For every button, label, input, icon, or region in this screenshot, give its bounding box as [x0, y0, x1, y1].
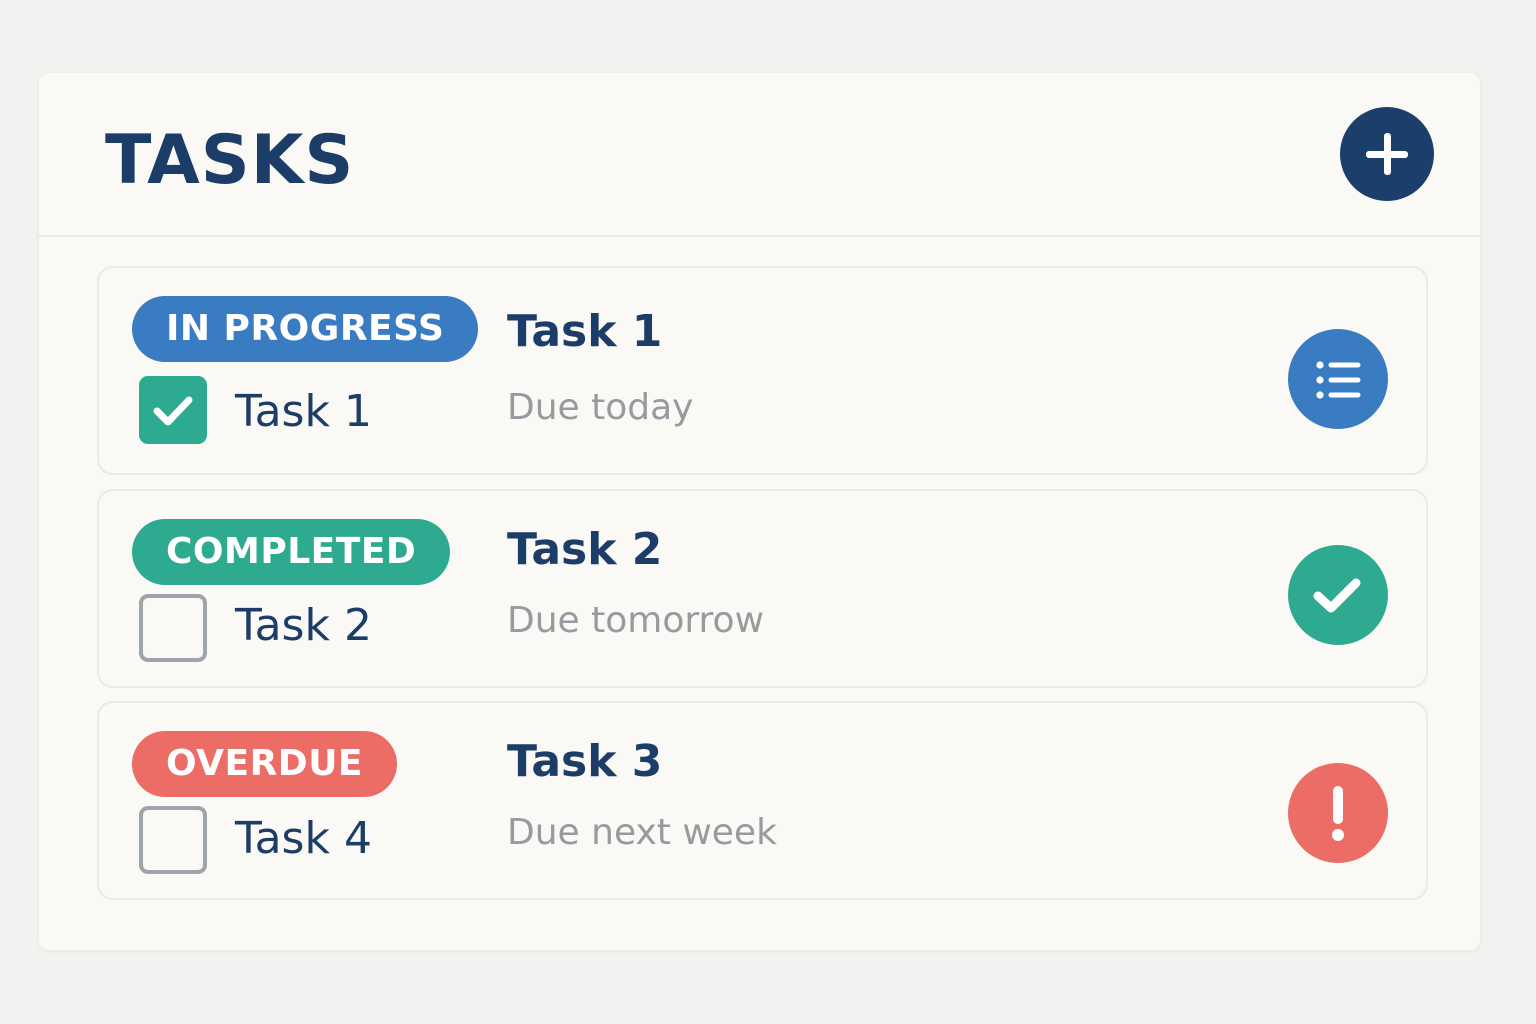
- status-badge-completed: COMPLETED: [132, 519, 451, 585]
- due-date: Due tomorrow: [507, 600, 765, 641]
- task-card: COMPLETED Task 2 Task 2 Due tomorrow: [97, 489, 1428, 688]
- task-title: Task 3: [507, 736, 663, 787]
- task-title: Task 2: [507, 524, 663, 575]
- panel-header: TASKS: [39, 73, 1480, 237]
- overdue-alert-button[interactable]: [1288, 763, 1388, 863]
- due-date: Due today: [507, 387, 694, 428]
- check-circle-icon: [1313, 578, 1361, 613]
- task-checkbox[interactable]: [139, 806, 207, 874]
- list-icon: [1316, 361, 1361, 399]
- page-title: TASKS: [105, 121, 355, 200]
- complete-task-button[interactable]: [1288, 545, 1388, 645]
- due-date: Due next week: [507, 812, 777, 853]
- tasks-panel: TASKS IN PROGRESS Task 1 Task 1 Due toda…: [39, 73, 1480, 950]
- task-checkbox[interactable]: [139, 376, 207, 444]
- task-card: IN PROGRESS Task 1 Task 1 Due today: [97, 266, 1428, 475]
- add-task-button[interactable]: [1340, 107, 1434, 201]
- task-title: Task 1: [507, 306, 663, 357]
- task-details-button[interactable]: [1288, 329, 1388, 429]
- checkbox-label: Task 4: [235, 813, 372, 864]
- checkbox-label: Task 1: [235, 386, 372, 437]
- status-badge-overdue: OVERDUE: [132, 731, 398, 797]
- status-badge-in-progress: IN PROGRESS: [132, 296, 479, 362]
- checkmark-icon: [153, 396, 193, 426]
- task-card: OVERDUE Task 4 Task 3 Due next week: [97, 701, 1428, 900]
- alert-icon: [1332, 786, 1344, 841]
- checkbox-label: Task 2: [235, 600, 372, 651]
- task-checkbox[interactable]: [139, 594, 207, 662]
